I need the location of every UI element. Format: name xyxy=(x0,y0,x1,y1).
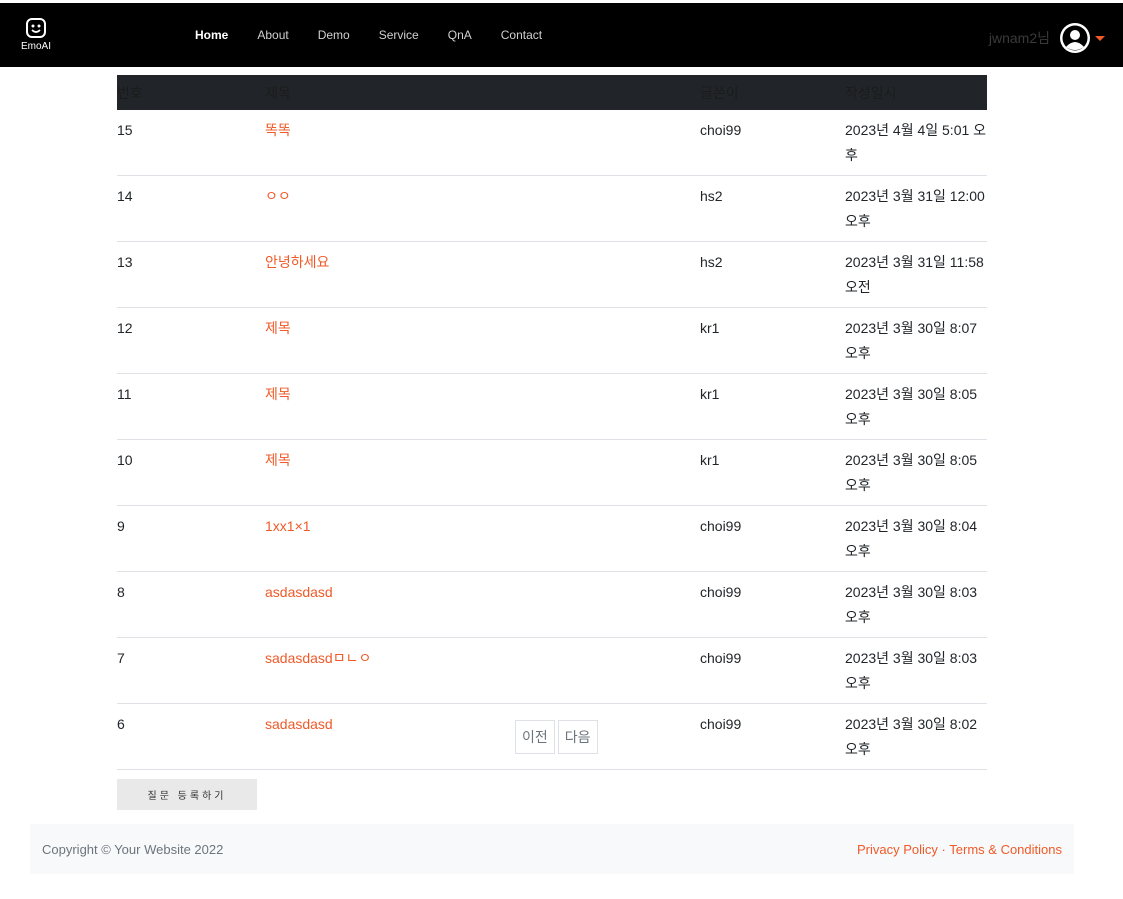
register-question-button[interactable]: 질문 등록하기 xyxy=(117,779,257,810)
post-title-link[interactable]: 똑똑 xyxy=(265,122,291,138)
post-title-link[interactable]: asdasdasd xyxy=(265,584,333,600)
table-row: 12 제목 kr1 2023년 3월 30일 8:07 오후 xyxy=(117,307,987,374)
row-number: 9 xyxy=(117,505,265,572)
row-date: 2023년 3월 31일 11:58 오전 xyxy=(845,241,987,308)
nav-service[interactable]: Service xyxy=(379,28,419,42)
nav-demo[interactable]: Demo xyxy=(318,28,350,42)
footer-separator: · xyxy=(941,841,946,857)
table-row: 11 제목 kr1 2023년 3월 30일 8:05 오후 xyxy=(117,373,987,440)
nav-home[interactable]: Home xyxy=(195,28,228,42)
row-date: 2023년 3월 30일 8:02 오후 xyxy=(845,703,987,770)
row-date: 2023년 3월 30일 8:04 오후 xyxy=(845,505,987,572)
post-title-link[interactable]: 안녕하세요 xyxy=(265,254,329,270)
table-row: 15 똑똑 choi99 2023년 4월 4일 5:01 오후 xyxy=(117,110,987,176)
post-title-link[interactable]: 제목 xyxy=(265,320,291,336)
row-author: choi99 xyxy=(700,571,845,638)
table-header-row: 번호 제목 글쓴이 작성일시 xyxy=(117,75,987,110)
user-avatar-icon[interactable] xyxy=(1060,23,1090,53)
row-number: 6 xyxy=(117,703,265,770)
chevron-down-icon[interactable] xyxy=(1095,35,1105,41)
privacy-policy-link[interactable]: Privacy Policy xyxy=(857,842,938,857)
post-title-link[interactable]: 제목 xyxy=(265,386,291,402)
row-author: choi99 xyxy=(700,703,845,770)
row-number: 10 xyxy=(117,439,265,506)
post-title-link[interactable]: ㅇㅇ xyxy=(265,188,291,204)
smiley-icon xyxy=(26,18,46,38)
row-date: 2023년 4월 4일 5:01 오후 xyxy=(845,110,987,176)
table-row: 8 asdasdasd choi99 2023년 3월 30일 8:03 오후 xyxy=(117,571,987,638)
nav-qna[interactable]: QnA xyxy=(448,28,472,42)
row-author: choi99 xyxy=(700,637,845,704)
header-number: 번호 xyxy=(117,75,265,110)
row-author: choi99 xyxy=(700,505,845,572)
navbar: EmoAI Home About Demo Service QnA Contac… xyxy=(0,3,1123,67)
post-title-link[interactable]: 1xx1×1 xyxy=(265,518,311,534)
brand-name: EmoAI xyxy=(20,41,51,52)
header-title: 제목 xyxy=(265,75,700,110)
row-date: 2023년 3월 30일 8:05 오후 xyxy=(845,373,987,440)
main-nav: Home About Demo Service QnA Contact xyxy=(195,28,571,42)
table-row: 14 ㅇㅇ hs2 2023년 3월 31일 12:00 오후 xyxy=(117,175,987,242)
row-author: kr1 xyxy=(700,373,845,440)
nav-contact[interactable]: Contact xyxy=(501,28,542,42)
table-row: 10 제목 kr1 2023년 3월 30일 8:05 오후 xyxy=(117,439,987,506)
header-author: 글쓴이 xyxy=(700,75,845,110)
row-date: 2023년 3월 30일 8:03 오후 xyxy=(845,571,987,638)
row-date: 2023년 3월 31일 12:00 오후 xyxy=(845,175,987,242)
row-author: kr1 xyxy=(700,307,845,374)
row-author: hs2 xyxy=(700,241,845,308)
row-number: 7 xyxy=(117,637,265,704)
row-date: 2023년 3월 30일 8:05 오후 xyxy=(845,439,987,506)
terms-link[interactable]: Terms & Conditions xyxy=(949,842,1062,857)
next-page-button[interactable]: 다음 xyxy=(557,720,598,754)
post-title-link[interactable]: sadasdasdㅁㄴㅇ xyxy=(265,650,371,666)
footer: Copyright © Your Website 2022 Privacy Po… xyxy=(30,824,1074,874)
user-name: jwnam2님 xyxy=(988,30,1050,46)
post-title-link[interactable]: sadasdasd xyxy=(265,716,333,732)
table-row: 9 1xx1×1 choi99 2023년 3월 30일 8:04 오후 xyxy=(117,505,987,572)
header-date: 작성일시 xyxy=(845,75,987,110)
table-row: 13 안녕하세요 hs2 2023년 3월 31일 11:58 오전 xyxy=(117,241,987,308)
row-number: 8 xyxy=(117,571,265,638)
row-author: kr1 xyxy=(700,439,845,506)
prev-page-button[interactable]: 이전 xyxy=(515,720,555,754)
row-author: choi99 xyxy=(700,110,845,176)
row-author: hs2 xyxy=(700,175,845,242)
row-number: 15 xyxy=(117,110,265,176)
qna-table: 번호 제목 글쓴이 작성일시 15 똑똑 choi99 2023년 4월 4일 5:0… xyxy=(117,75,987,770)
pagination: 이전 다음 xyxy=(515,720,601,754)
nav-about[interactable]: About xyxy=(257,28,288,42)
post-title-link[interactable]: 제목 xyxy=(265,452,291,468)
row-date: 2023년 3월 30일 8:03 오후 xyxy=(845,637,987,704)
row-number: 13 xyxy=(117,241,265,308)
user-menu[interactable]: jwnam2님 xyxy=(989,23,1105,53)
copyright-text: Copyright © Your Website 2022 xyxy=(42,841,224,857)
table-row: 7 sadasdasdㅁㄴㅇ choi99 2023년 3월 30일 8:03 오후 xyxy=(117,637,987,704)
row-number: 12 xyxy=(117,307,265,374)
brand-logo[interactable]: EmoAI xyxy=(18,17,54,52)
row-number: 11 xyxy=(117,373,265,440)
row-date: 2023년 3월 30일 8:07 오후 xyxy=(845,307,987,374)
footer-links: Privacy Policy · Terms & Conditions xyxy=(857,842,1062,857)
row-number: 14 xyxy=(117,175,265,242)
